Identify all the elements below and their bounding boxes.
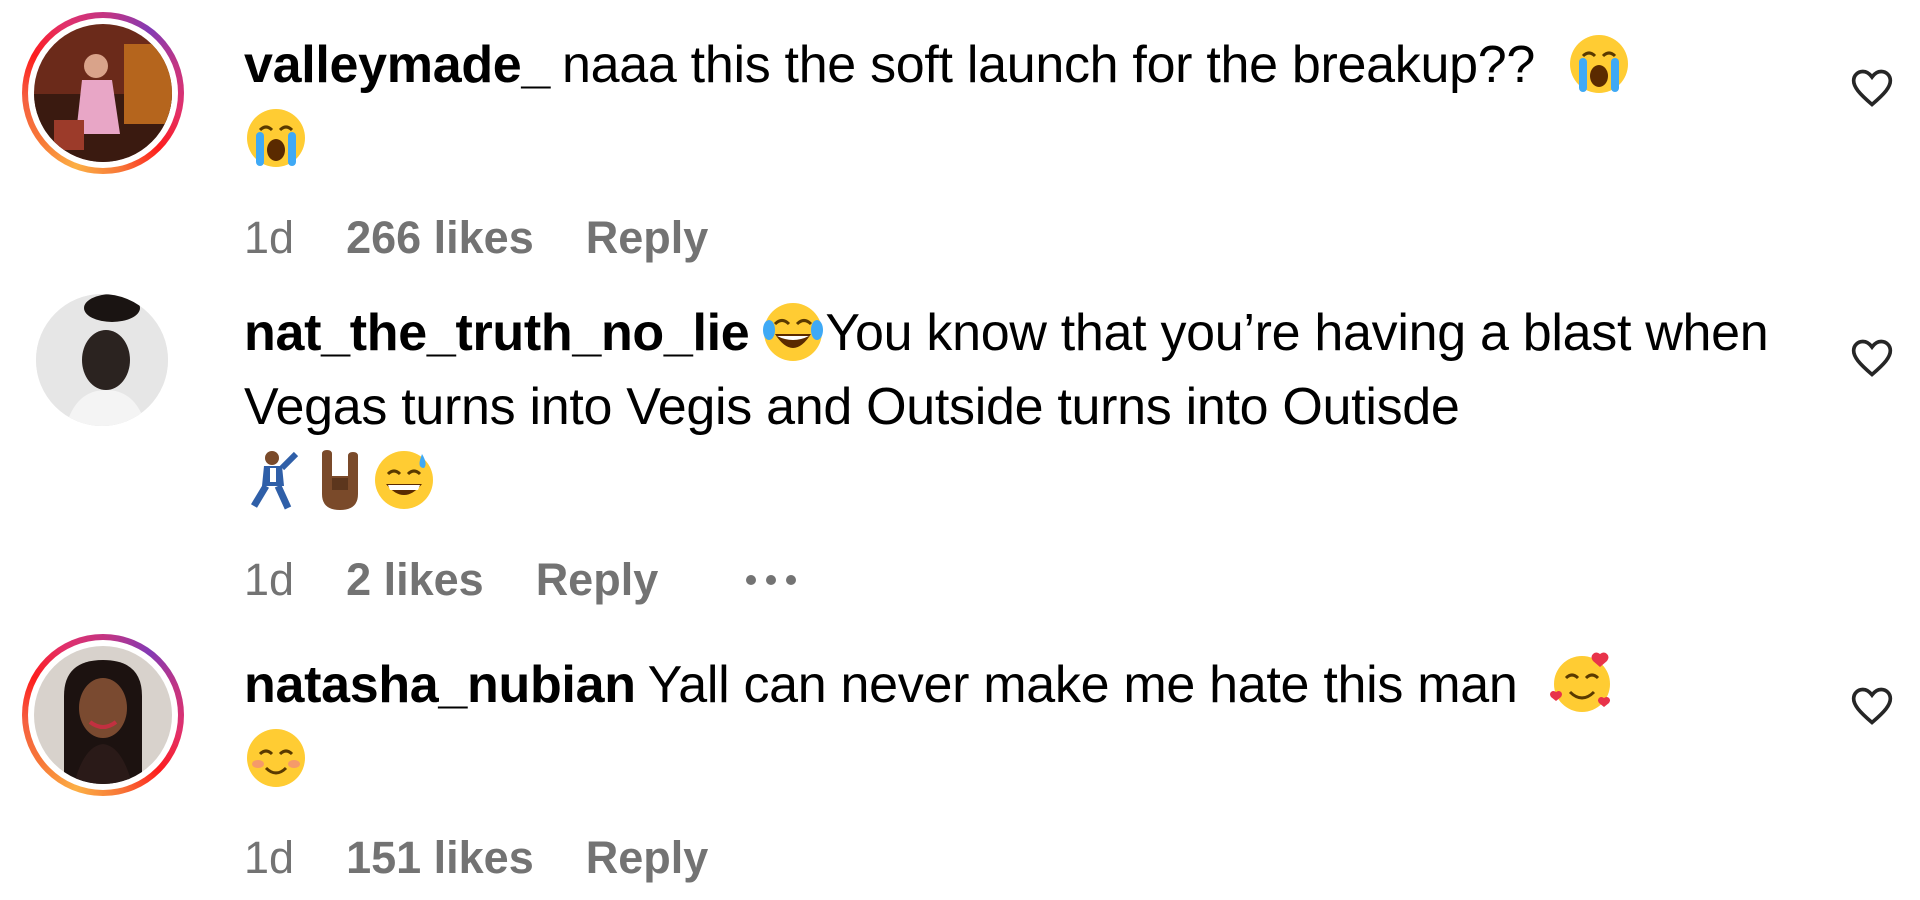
comment-likes[interactable]: 2 likes bbox=[346, 554, 484, 606]
reply-button[interactable]: Reply bbox=[536, 554, 659, 606]
smiling-face-with-hearts-icon bbox=[1549, 652, 1610, 712]
sign-of-the-horns-icon bbox=[322, 450, 358, 510]
more-options-icon[interactable] bbox=[746, 575, 797, 585]
heart-icon[interactable] bbox=[1850, 66, 1894, 110]
comment-meta: 1d 151 likes Reply bbox=[244, 832, 760, 884]
comment-meta: 1d 2 likes Reply bbox=[244, 554, 848, 606]
loudly-crying-face-icon bbox=[247, 109, 305, 167]
heart-icon[interactable] bbox=[1850, 336, 1894, 380]
comment-body: Yall can never make me hate this man bbox=[647, 656, 1518, 714]
loudly-crying-face-icon bbox=[1570, 35, 1629, 93]
comment-text: natasha_nubian Yall can never make me hat… bbox=[244, 648, 1784, 796]
reply-button[interactable]: Reply bbox=[586, 212, 709, 264]
comment-time: 1d bbox=[244, 212, 295, 263]
comment-likes[interactable]: 151 likes bbox=[346, 832, 534, 884]
smiling-face-with-smiling-eyes-icon bbox=[247, 729, 305, 787]
man-dancing-icon bbox=[250, 451, 299, 510]
avatar[interactable] bbox=[22, 634, 184, 796]
comment-text: valleymade_ naaa this the soft launch for… bbox=[244, 28, 1784, 176]
comment-meta: 1d 266 likes Reply bbox=[244, 212, 760, 264]
comment-text: nat_the_truth_no_lie You know that you’r… bbox=[244, 296, 1784, 518]
heart-icon[interactable] bbox=[1850, 684, 1894, 728]
avatar-photo bbox=[34, 24, 172, 162]
reply-button[interactable]: Reply bbox=[586, 832, 709, 884]
grinning-face-with-sweat-icon bbox=[375, 451, 433, 509]
face-with-tears-of-joy-icon bbox=[763, 303, 824, 361]
comment-username[interactable]: nat_the_truth_no_lie bbox=[244, 304, 750, 362]
comment-likes[interactable]: 266 likes bbox=[346, 212, 534, 264]
avatar-photo bbox=[34, 646, 172, 784]
avatar[interactable] bbox=[36, 294, 168, 426]
avatar[interactable] bbox=[22, 12, 184, 174]
comment-username[interactable]: natasha_nubian bbox=[244, 656, 636, 714]
comment-time: 1d bbox=[244, 554, 295, 605]
comment-time: 1d bbox=[244, 832, 295, 883]
comment-username[interactable]: valleymade_ bbox=[244, 36, 550, 94]
comment-body: naaa this the soft launch for the breaku… bbox=[562, 36, 1535, 94]
